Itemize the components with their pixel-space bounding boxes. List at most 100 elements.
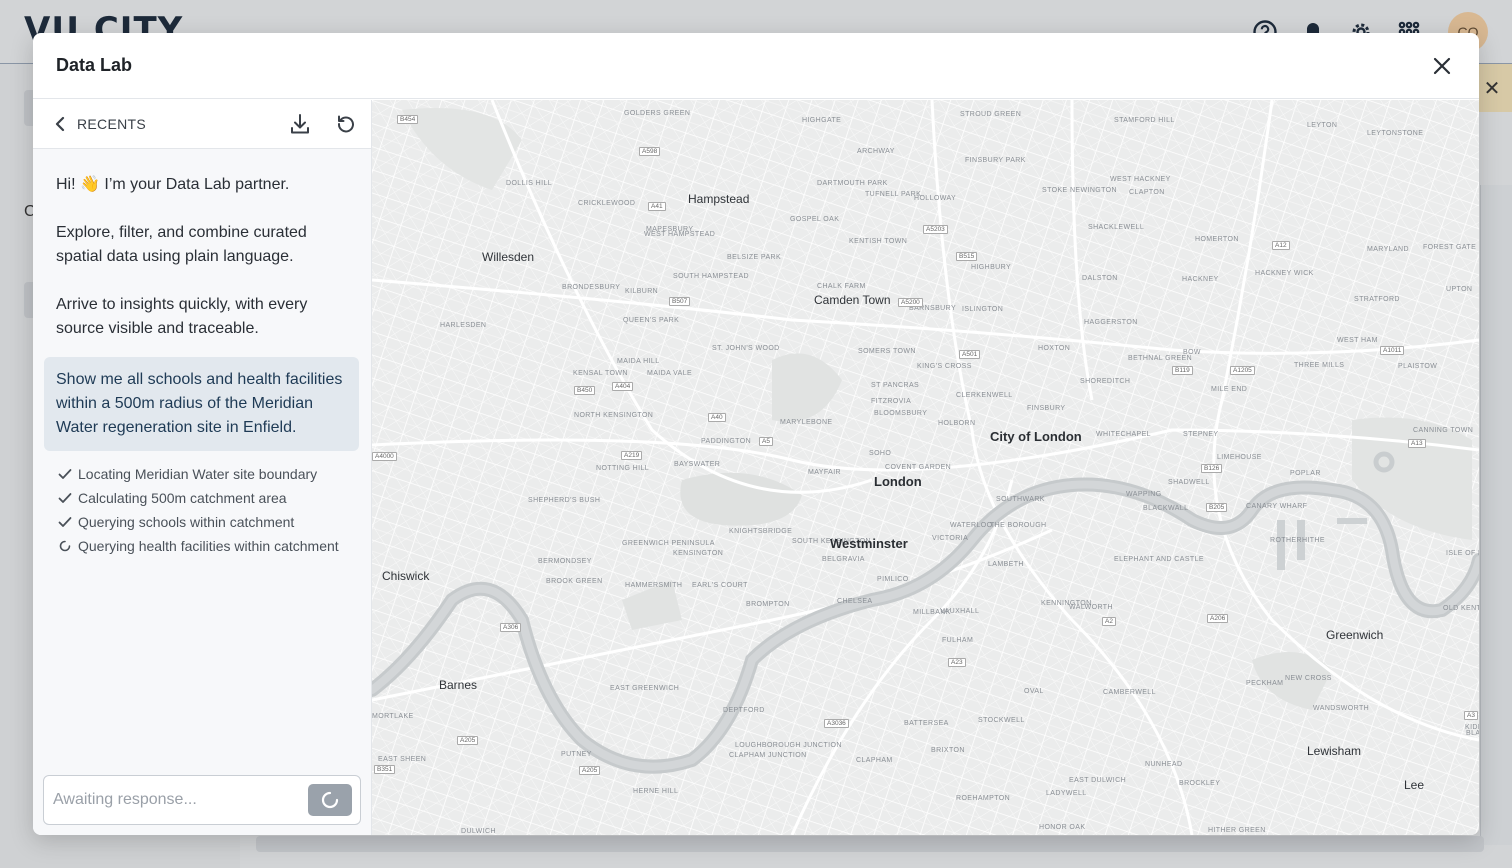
map-district-label: STRATFORD <box>1354 296 1400 303</box>
map-district-label: THREE MILLS <box>1294 362 1345 369</box>
map-road-shield: A4000 <box>372 452 397 461</box>
map-district-label: HAGGERSTON <box>1084 319 1138 326</box>
chat-input[interactable] <box>53 791 308 809</box>
map-major-label: London <box>874 474 922 489</box>
map-district-label: ISLINGTON <box>962 306 1004 313</box>
map-district-label: ROTHERHITHE <box>1270 537 1325 544</box>
map-district-label: FOREST GATE <box>1423 244 1477 251</box>
map-district-label: THE BOROUGH <box>990 522 1047 529</box>
map-town-label: Chiswick <box>382 569 430 583</box>
map-district-label: CLAPHAM <box>856 757 893 764</box>
map-district-label: OVAL <box>1024 688 1044 695</box>
intro-description: Explore, filter, and combine curated spa… <box>56 224 307 265</box>
map-district-label: SHEPHERD'S BUSH <box>528 497 601 504</box>
step-item: Querying health facilities within catchm… <box>58 534 371 558</box>
step-item: Querying schools within catchment <box>58 510 371 534</box>
map-major-label: Westminster <box>830 536 908 551</box>
map-district-label: CRICKLEWOOD <box>578 200 636 207</box>
map-district-label: HIGHGATE <box>802 117 842 124</box>
send-button[interactable] <box>308 784 352 816</box>
map-district-label: SHACKLEWELL <box>1088 224 1145 231</box>
map-district-label: HACKNEY <box>1182 276 1219 283</box>
map-district-label: PUTNEY <box>561 751 592 758</box>
reset-button[interactable] <box>333 111 359 137</box>
map-district-label: HOMERTON <box>1195 236 1239 243</box>
map-road-shield: A1011 <box>1380 346 1405 355</box>
map-district-label: MAIDA HILL <box>617 358 660 365</box>
map-district-label: LADYWELL <box>1046 790 1087 797</box>
map-road-shield: A23 <box>948 658 966 667</box>
map-district-label: KIDBROOKE <box>1465 724 1479 731</box>
map-district-label: SOUTH HAMPSTEAD <box>673 273 750 280</box>
map-road-shield: A1205 <box>1230 366 1255 375</box>
map-district-label: WANDSWORTH <box>1313 705 1370 712</box>
map-road-shield: A501 <box>959 350 981 359</box>
recents-back-button[interactable]: RECENTS <box>53 116 146 132</box>
map-district-label: GOLDERS GREEN <box>624 110 691 117</box>
step-label: Calculating 500m catchment area <box>78 490 287 506</box>
map-road-shield: A13 <box>1408 439 1426 448</box>
map-district-label: MARYLEBONE <box>780 419 833 426</box>
map-view[interactable]: GOLDERS GREEN HIGHGATE STROUD GREEN STAMFOR… <box>372 100 1479 835</box>
map-road-shield: A12 <box>1272 241 1290 250</box>
map-district-label: NORTH KENSINGTON <box>574 412 654 419</box>
download-icon <box>291 114 309 134</box>
map-district-label: LIMEHOUSE <box>1217 454 1262 461</box>
map-district-label: HONOR OAK <box>1039 824 1086 831</box>
check-icon <box>58 467 72 481</box>
map-district-label: BRIXTON <box>931 747 965 754</box>
map-district-label: DEPTFORD <box>723 707 765 714</box>
map-district-label: ISLE OF DOGS <box>1446 550 1479 557</box>
map-district-label: WATERLOO <box>950 522 993 529</box>
map-district-label: WAPPING <box>1126 491 1162 498</box>
map-town-label: Willesden <box>482 250 535 264</box>
map-district-label: KENSAL TOWN <box>573 370 628 377</box>
intro-greeting: Hi! 👋 I’m your Data Lab partner. <box>56 176 290 193</box>
map-district-label: GREENWICH PENINSULA <box>622 540 715 547</box>
step-label: Querying health facilities within catchm… <box>78 538 339 554</box>
map-district-label: LOUGHBOROUGH JUNCTION <box>735 742 842 749</box>
loading-spinner-icon <box>321 791 339 809</box>
map-district-label: BLOOMSBURY <box>874 410 928 417</box>
map-district-label: VAUXHALL <box>940 608 980 615</box>
map-road-shield: B126 <box>1201 464 1223 473</box>
map-district-label: EARL'S COURT <box>692 582 748 589</box>
map-district-label: STOKE NEWINGTON <box>1042 187 1117 194</box>
map-district-label: CANNING TOWN <box>1413 427 1474 434</box>
modal-title: Data Lab <box>56 55 133 75</box>
map-road-shield: B507 <box>669 297 691 306</box>
check-icon <box>58 491 72 505</box>
map-district-label: CAMBERWELL <box>1103 689 1156 696</box>
map-district-label: CHALK FARM <box>817 283 866 290</box>
map-district-label: FINSBURY PARK <box>965 157 1026 164</box>
close-button[interactable] <box>1429 53 1455 79</box>
download-button[interactable] <box>287 111 313 137</box>
map-district-label: BERMONDSEY <box>538 558 592 565</box>
map-district-label: KING'S CROSS <box>917 363 972 370</box>
map-road-shield: A41 <box>648 202 666 211</box>
map-road-shield: A404 <box>612 382 634 391</box>
map-district-label: CLAPTON <box>1129 189 1165 196</box>
map-district-label: LEYTON <box>1307 122 1338 129</box>
map-district-label: DALSTON <box>1082 275 1118 282</box>
map-road-shield: A2 <box>1102 617 1116 626</box>
map-district-label: KILBURN <box>625 288 659 295</box>
map-district-label: GOSPEL OAK <box>790 216 840 223</box>
map-district-label: CLAPHAM JUNCTION <box>729 752 807 759</box>
map-district-label: MILE END <box>1211 386 1248 393</box>
map-road-shield: B351 <box>374 765 396 774</box>
map-district-label: SHOREDITCH <box>1080 378 1131 385</box>
map-road-shield: A205 <box>457 736 479 745</box>
map-district-label: OLD KENT ROAD <box>1443 605 1479 612</box>
map-district-label: DULWICH <box>461 828 496 835</box>
map-district-label: DARTMOUTH PARK <box>817 180 888 187</box>
map-district-label: BLACKWALL <box>1143 505 1189 512</box>
refresh-icon <box>337 115 354 133</box>
map-district-label: POPLAR <box>1290 470 1321 477</box>
intro-insights: Arrive to insights quickly, with every s… <box>56 296 308 337</box>
map-town-label: Greenwich <box>1326 628 1384 642</box>
map-district-label: MAIDA VALE <box>647 370 693 377</box>
chevron-left-icon <box>55 116 65 132</box>
map-district-label: BRONDESBURY <box>562 284 621 291</box>
map-district-label: ELEPHANT AND CASTLE <box>1114 556 1204 563</box>
